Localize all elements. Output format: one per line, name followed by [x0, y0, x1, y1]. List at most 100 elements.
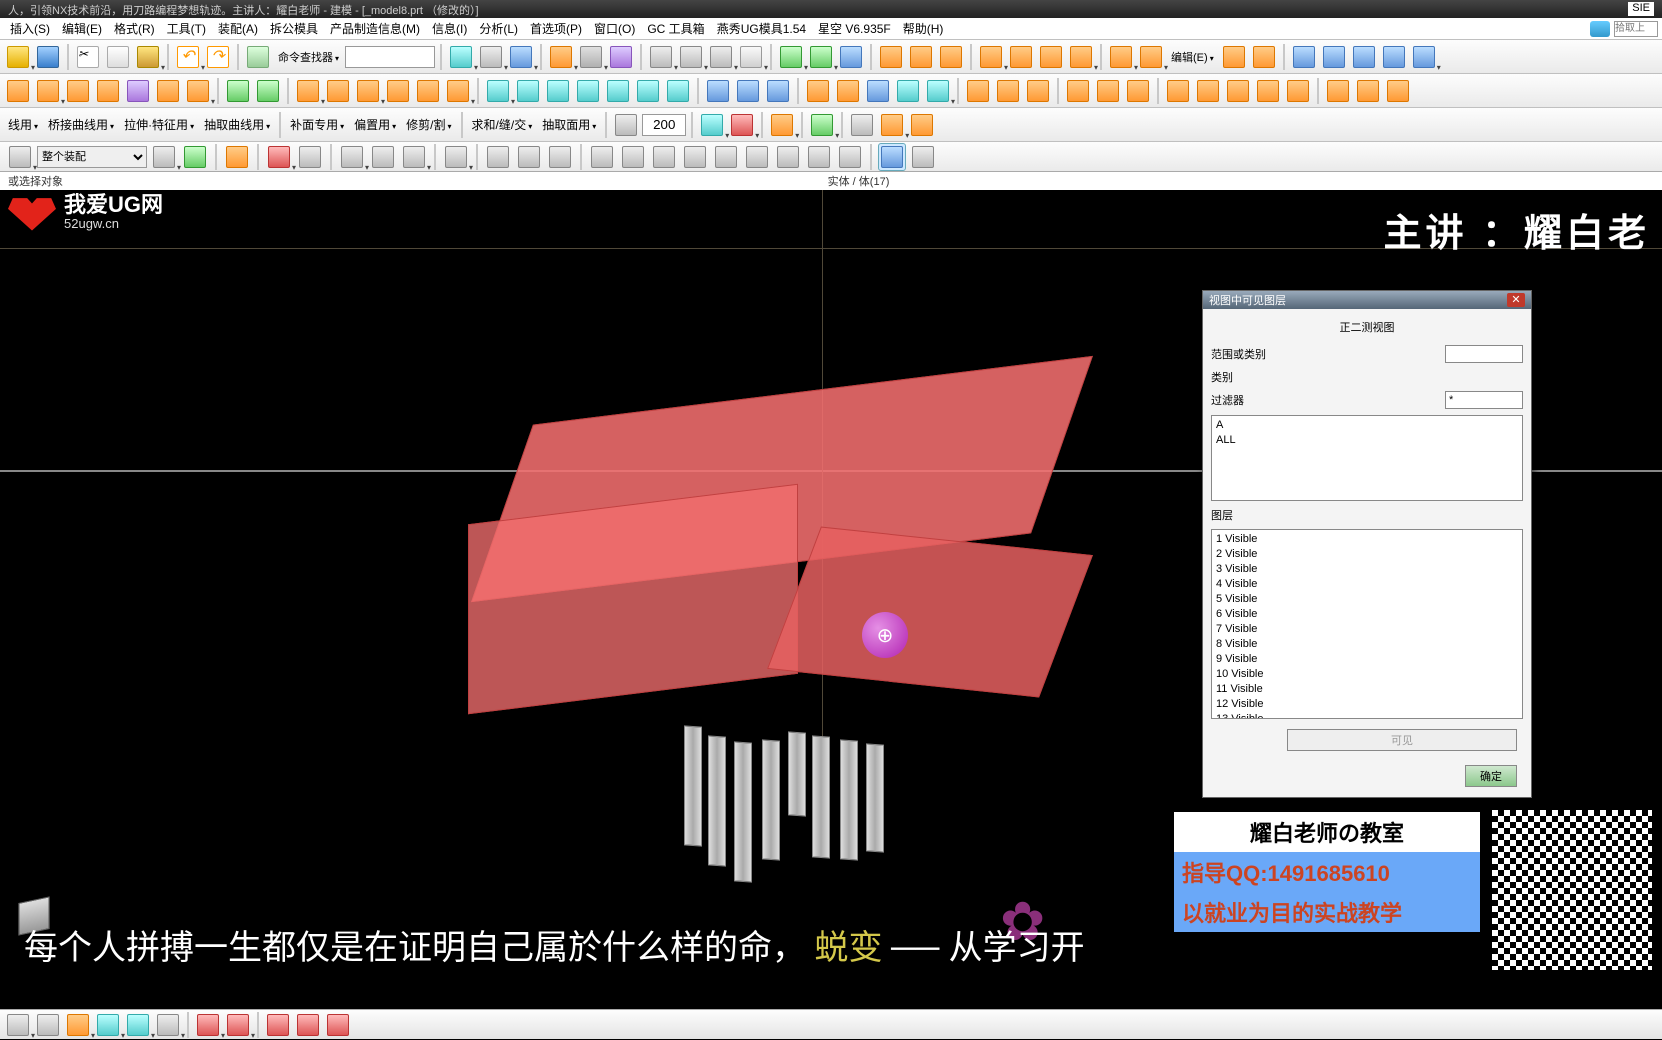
filter-btn-7[interactable] [338, 143, 366, 171]
menu-xingkong[interactable]: 星空 V6.935F [812, 18, 897, 39]
t2-23[interactable] [704, 77, 732, 105]
tool-btn-6[interactable] [607, 43, 635, 71]
list-item[interactable]: 2 Visible [1216, 547, 1518, 562]
r3-5[interactable]: 补面专用 [286, 116, 348, 133]
t2-44[interactable] [1384, 77, 1412, 105]
list-item[interactable]: 10 Visible [1216, 667, 1518, 682]
menu-info[interactable]: 信息(I) [426, 18, 473, 39]
t2-41[interactable] [1284, 77, 1312, 105]
filter-btn-8[interactable] [369, 143, 397, 171]
t2-36[interactable] [1124, 77, 1152, 105]
t2-18[interactable] [544, 77, 572, 105]
t2-30[interactable] [924, 77, 952, 105]
t2-22[interactable] [664, 77, 692, 105]
tool-btn-4[interactable] [547, 43, 575, 71]
t2-13[interactable] [384, 77, 412, 105]
t2-38[interactable] [1194, 77, 1222, 105]
list-item[interactable]: 6 Visible [1216, 607, 1518, 622]
list-item[interactable]: 7 Visible [1216, 622, 1518, 637]
snap-btn-9[interactable] [743, 143, 771, 171]
style-btn-4[interactable] [737, 43, 765, 71]
list-item[interactable]: 4 Visible [1216, 577, 1518, 592]
t2-29[interactable] [894, 77, 922, 105]
t2-12[interactable] [354, 77, 382, 105]
t2-40[interactable] [1254, 77, 1282, 105]
scope-combo[interactable]: 整个装配 [37, 146, 147, 168]
view-btn-2[interactable] [1137, 43, 1165, 71]
t2-20[interactable] [604, 77, 632, 105]
filter-btn-3[interactable] [181, 143, 209, 171]
t2-14[interactable] [414, 77, 442, 105]
filter-btn-5[interactable] [265, 143, 293, 171]
r3-4[interactable]: 抽取曲线用 [200, 116, 274, 133]
wcs-btn-5[interactable] [1410, 43, 1438, 71]
t2-32[interactable] [994, 77, 1022, 105]
assy-btn-2[interactable] [807, 43, 835, 71]
r3-3[interactable]: 拉伸·特征用 [120, 116, 198, 133]
bb-11[interactable] [324, 1011, 352, 1039]
t2-24[interactable] [734, 77, 762, 105]
style-btn-1[interactable] [647, 43, 675, 71]
t2-7[interactable] [184, 77, 212, 105]
snap-btn-1[interactable] [484, 143, 512, 171]
t2-33[interactable] [1024, 77, 1052, 105]
layer-btn-3[interactable] [1037, 43, 1065, 71]
bb-9[interactable] [264, 1011, 292, 1039]
paste-button[interactable] [134, 43, 162, 71]
command-finder-label[interactable]: 命令查找器 [274, 49, 343, 65]
menu-format[interactable]: 格式(R) [108, 18, 161, 39]
view-btn-1[interactable] [1107, 43, 1135, 71]
menu-tools[interactable]: 工具(T) [161, 18, 212, 39]
layer-btn-2[interactable] [1007, 43, 1035, 71]
r3-9[interactable]: 抽取面用 [538, 116, 600, 133]
edit-dropdown[interactable]: 编辑(E) [1167, 49, 1218, 65]
snap-btn-2[interactable] [515, 143, 543, 171]
t2-10[interactable] [294, 77, 322, 105]
cut-button[interactable]: ✂ [74, 43, 102, 71]
menu-yanxiu[interactable]: 燕秀UG模具1.54 [711, 18, 812, 39]
r3-7[interactable]: 修剪/割 [402, 116, 455, 133]
t2-28[interactable] [864, 77, 892, 105]
r3-2[interactable]: 桥接曲线用 [44, 116, 118, 133]
wcs-btn-3[interactable] [1350, 43, 1378, 71]
open-button[interactable] [4, 43, 32, 71]
filter-btn-6[interactable] [296, 143, 324, 171]
t2-31[interactable] [964, 77, 992, 105]
menu-mold[interactable]: 拆公模具 [264, 18, 324, 39]
snap-btn-6[interactable] [650, 143, 678, 171]
r3-icon[interactable] [612, 111, 640, 139]
t2-43[interactable] [1354, 77, 1382, 105]
undo-button[interactable]: ↶ [174, 43, 202, 71]
menu-assemblies[interactable]: 装配(A) [212, 18, 264, 39]
menu-search-input[interactable] [1614, 21, 1658, 37]
tool-btn-3[interactable] [507, 43, 535, 71]
snap-btn-7[interactable] [681, 143, 709, 171]
list-item[interactable]: ALL [1216, 433, 1518, 448]
save-button[interactable] [34, 43, 62, 71]
t2-16[interactable] [484, 77, 512, 105]
assy-btn-5[interactable] [907, 43, 935, 71]
menu-pmi[interactable]: 产品制造信息(M) [324, 18, 426, 39]
snap-btn-3[interactable] [546, 143, 574, 171]
t2-1[interactable] [4, 77, 32, 105]
snap-btn-5[interactable] [619, 143, 647, 171]
t2-2[interactable] [34, 77, 62, 105]
r3-8[interactable]: 求和/缝/交 [468, 116, 537, 133]
bb-8[interactable] [224, 1011, 252, 1039]
range-input[interactable] [1445, 345, 1523, 363]
list-item[interactable]: 8 Visible [1216, 637, 1518, 652]
r3-1[interactable]: 线用 [4, 116, 42, 133]
snap-btn-4[interactable] [588, 143, 616, 171]
t2-3[interactable] [64, 77, 92, 105]
dialog-titlebar[interactable]: 视图中可见图层 ✕ [1203, 291, 1531, 309]
layers-dialog[interactable]: 视图中可见图层 ✕ 正二测视图 范围或类别 类别 过滤器 A ALL 图层 1 … [1202, 290, 1532, 798]
bb-4[interactable] [94, 1011, 122, 1039]
snap-btn-8[interactable] [712, 143, 740, 171]
assy-btn-4[interactable] [877, 43, 905, 71]
t2-35[interactable] [1094, 77, 1122, 105]
list-item[interactable]: 12 Visible [1216, 697, 1518, 712]
bb-7[interactable] [194, 1011, 222, 1039]
r3-b1[interactable] [698, 111, 726, 139]
list-item[interactable]: 11 Visible [1216, 682, 1518, 697]
t2-11[interactable] [324, 77, 352, 105]
